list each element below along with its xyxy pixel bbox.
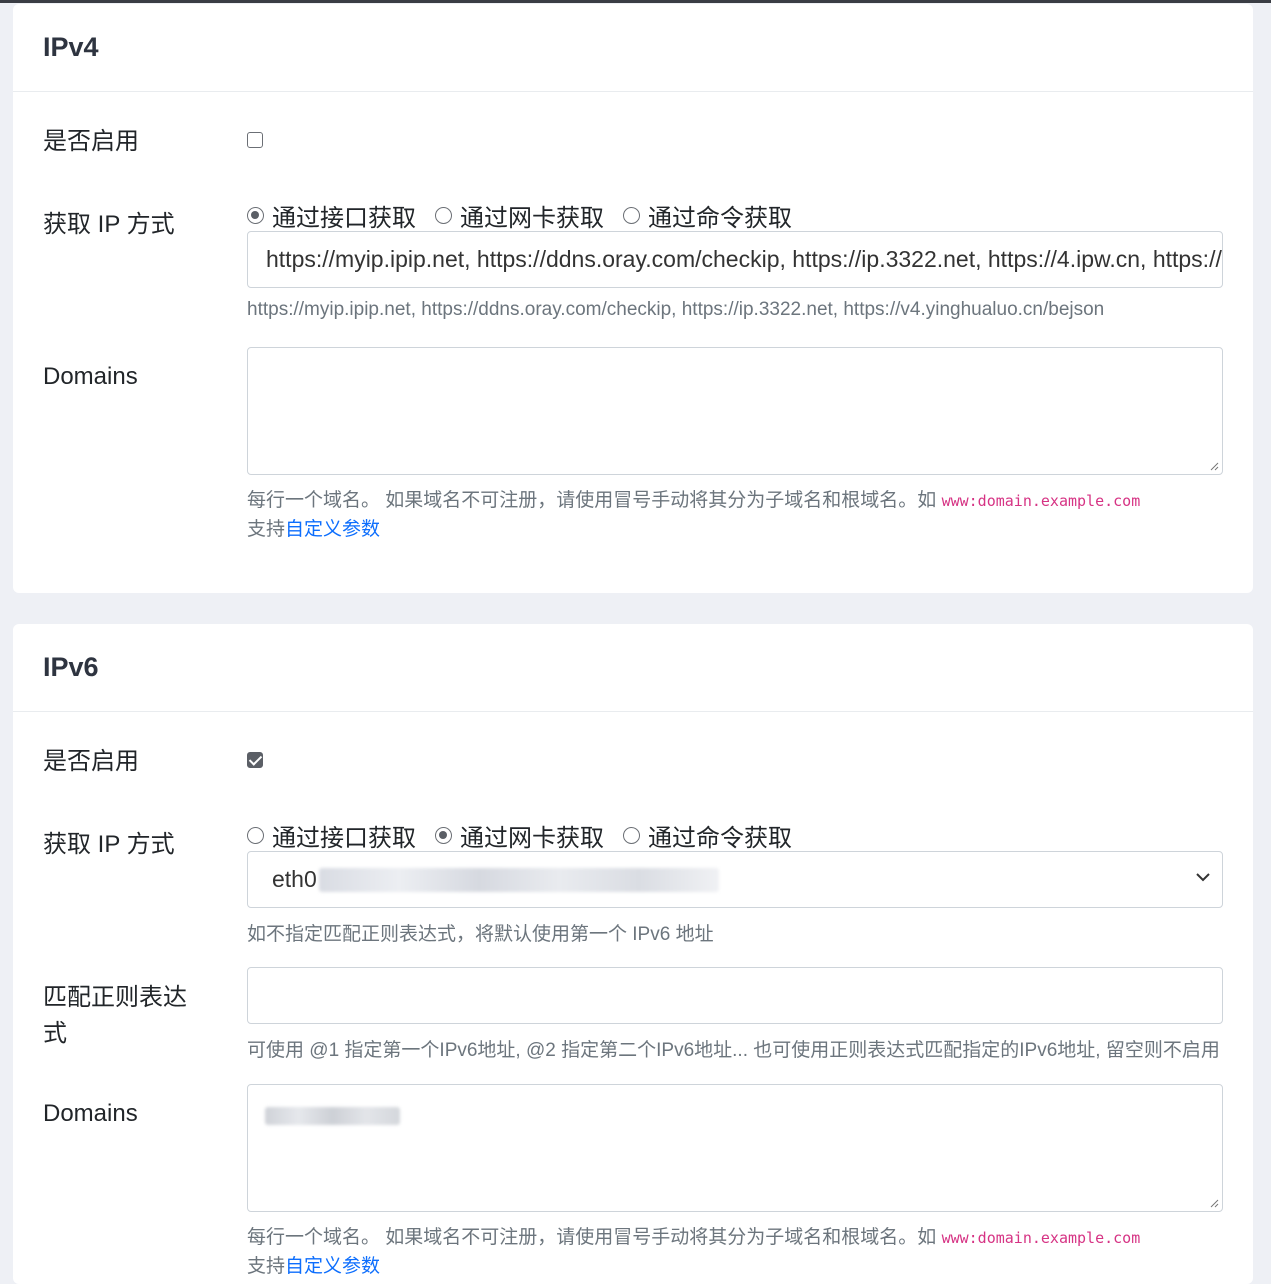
ipv4-domains-textarea[interactable]	[247, 347, 1223, 475]
ipv6-card-title: IPv6	[43, 652, 99, 682]
ipv6-card: IPv6 是否启用 获取 IP 方式 通过接口获取 通过网卡获取 通过命令获取 …	[13, 624, 1253, 1284]
ipv4-custom-params-link[interactable]: 自定义参数	[285, 519, 380, 540]
ipv6-regex-input[interactable]	[247, 967, 1223, 1024]
ipv4-card: IPv4 是否启用 获取 IP 方式 通过接口获取 通过网卡获取 通过命令获取 …	[13, 4, 1253, 593]
ipv6-method-nic-label: 通过网卡获取	[460, 824, 604, 852]
ipv6-method-api-label: 通过接口获取	[272, 824, 416, 852]
ipv4-url-input-value: https://myip.ipip.net, https://ddns.oray…	[266, 246, 1222, 272]
ipv6-method-label: 获取 IP 方式	[43, 831, 175, 858]
ipv6-method-api-option[interactable]: 通过接口获取	[247, 818, 416, 853]
ipv6-domains-label: Domains	[43, 1100, 138, 1127]
ipv6-interface-select[interactable]: eth0	[247, 851, 1223, 908]
ipv4-domains-help-text: 每行一个域名。 如果域名不可注册，请使用冒号手动将其分为子域名和根域名。如	[247, 490, 937, 511]
ipv6-custom-params-link[interactable]: 自定义参数	[285, 1256, 380, 1277]
ipv4-method-cmd-label: 通过命令获取	[648, 204, 792, 232]
ipv6-regex-help: 可使用 @1 指定第一个IPv6地址, @2 指定第二个IPv6地址... 也可…	[247, 1040, 1220, 1061]
ipv4-method-api-radio[interactable]	[247, 206, 264, 224]
ipv6-domains-textarea[interactable]	[247, 1084, 1223, 1212]
ipv4-card-header: IPv4	[13, 4, 1253, 92]
ipv4-method-cmd-radio[interactable]	[623, 206, 640, 224]
ipv4-card-title: IPv4	[43, 32, 99, 62]
ipv6-method-cmd-option[interactable]: 通过命令获取	[623, 818, 792, 853]
ipv4-method-label: 获取 IP 方式	[43, 211, 175, 238]
ipv4-method-nic-option[interactable]: 通过网卡获取	[435, 198, 604, 233]
ipv6-method-nic-option[interactable]: 通过网卡获取	[435, 818, 604, 853]
ipv4-domains-help: 每行一个域名。 如果域名不可注册，请使用冒号手动将其分为子域名和根域名。如 ww…	[247, 485, 1140, 512]
ipv6-domains-help: 每行一个域名。 如果域名不可注册，请使用冒号手动将其分为子域名和根域名。如 ww…	[247, 1222, 1140, 1249]
ipv6-enable-label: 是否启用	[43, 748, 139, 775]
ipv6-method-cmd-radio[interactable]	[623, 826, 640, 844]
ipv4-support-line: 支持自定义参数	[247, 514, 380, 541]
ipv4-support-prefix: 支持	[247, 519, 286, 540]
ipv4-domains-help-example: www:domain.example.com	[941, 492, 1141, 510]
redacted-domain	[265, 1107, 400, 1125]
resize-handle-icon[interactable]	[1209, 1198, 1219, 1208]
ipv6-support-line: 支持自定义参数	[247, 1251, 380, 1278]
ipv4-method-api-label: 通过接口获取	[272, 204, 416, 232]
chevron-down-icon	[1196, 873, 1210, 882]
ipv4-enable-checkbox[interactable]	[247, 132, 263, 148]
ipv6-domains-help-text: 每行一个域名。 如果域名不可注册，请使用冒号手动将其分为子域名和根域名。如	[247, 1227, 937, 1248]
ipv6-method-api-radio[interactable]	[247, 826, 264, 844]
ipv6-method-radio-group: 通过接口获取 通过网卡获取 通过命令获取	[247, 818, 811, 853]
ipv4-method-radio-group: 通过接口获取 通过网卡获取 通过命令获取	[247, 198, 811, 233]
ipv6-method-cmd-label: 通过命令获取	[648, 824, 792, 852]
ipv4-method-nic-radio[interactable]	[435, 206, 452, 224]
ipv4-url-input[interactable]: https://myip.ipip.net, https://ddns.oray…	[247, 231, 1223, 288]
top-border	[0, 0, 1271, 3]
ipv6-enable-checkbox[interactable]	[247, 752, 263, 768]
ipv4-method-cmd-option[interactable]: 通过命令获取	[623, 198, 792, 233]
ipv4-method-api-option[interactable]: 通过接口获取	[247, 198, 416, 233]
resize-handle-icon[interactable]	[1209, 461, 1219, 471]
ipv6-card-header: IPv6	[13, 624, 1253, 712]
ipv4-url-help: https://myip.ipip.net, https://ddns.oray…	[247, 299, 1105, 320]
redacted-address	[318, 867, 719, 892]
ipv6-interface-select-value: eth0	[272, 866, 317, 892]
ipv6-regex-label: 匹配正则表达式	[43, 984, 187, 1047]
ipv6-method-nic-radio[interactable]	[435, 826, 452, 844]
ipv6-support-prefix: 支持	[247, 1256, 286, 1277]
ipv4-method-nic-label: 通过网卡获取	[460, 204, 604, 232]
ipv4-enable-label: 是否启用	[43, 128, 139, 155]
ipv4-domains-label: Domains	[43, 363, 138, 390]
ipv6-interface-help: 如不指定匹配正则表达式，将默认使用第一个 IPv6 地址	[247, 924, 714, 945]
ipv6-domains-help-example: www:domain.example.com	[941, 1229, 1141, 1247]
